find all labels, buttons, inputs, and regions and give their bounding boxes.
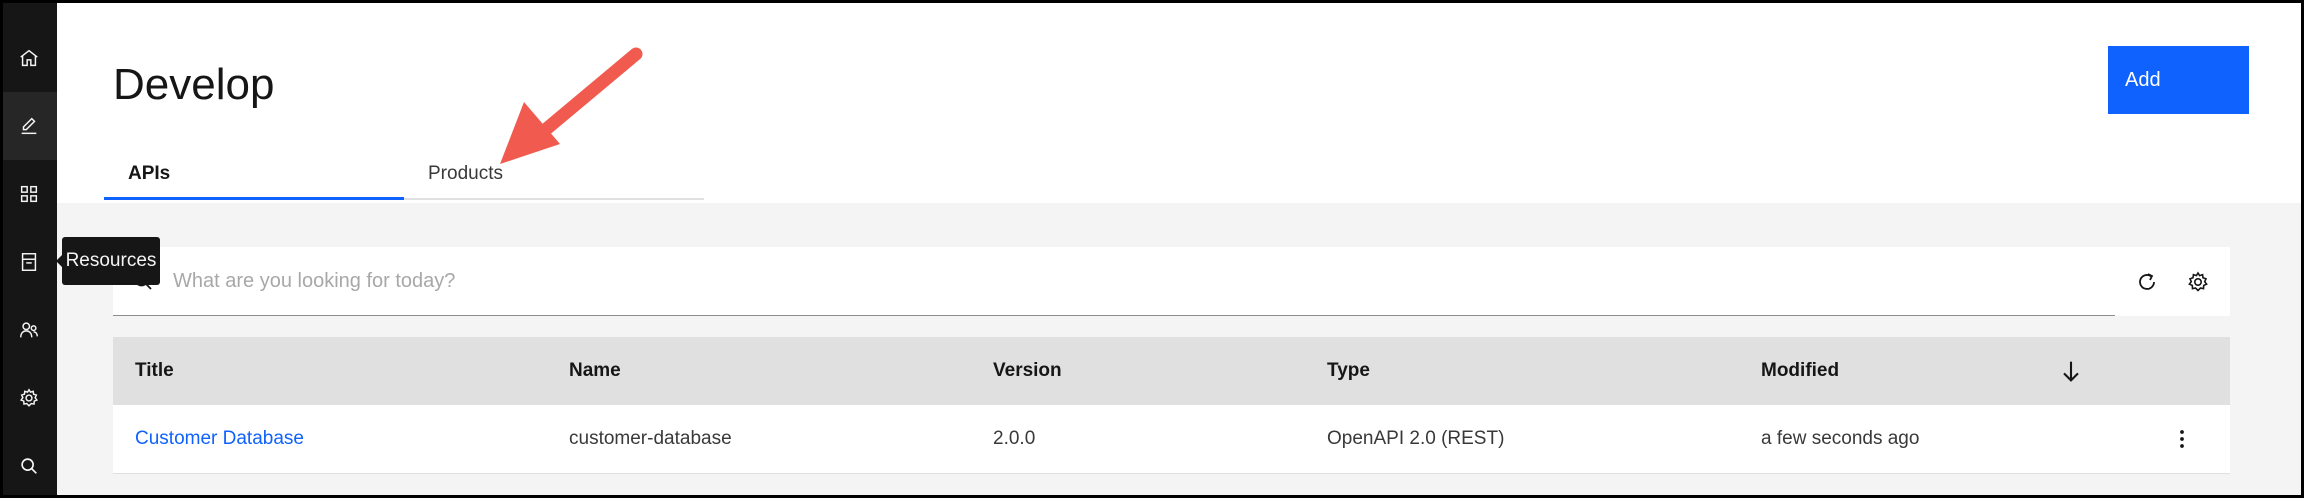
sort-arrow-down-icon[interactable]	[2057, 357, 2085, 385]
nav-apps[interactable]	[0, 160, 57, 228]
column-header-title[interactable]: Title	[135, 337, 174, 405]
table-header: Title Name Version Type Modified	[113, 337, 2230, 405]
api-table: Title Name Version Type Modified Custome…	[113, 337, 2230, 474]
nav-home[interactable]	[0, 24, 57, 92]
column-header-version[interactable]: Version	[993, 337, 1062, 405]
column-header-name[interactable]: Name	[569, 337, 621, 405]
main-content: Develop Add APIs Products Title Name Ver…	[57, 0, 2304, 498]
resources-icon	[21, 253, 36, 271]
tab-apis[interactable]: APIs	[104, 150, 404, 200]
overflow-menu-icon[interactable]	[2168, 425, 2196, 453]
search-input[interactable]	[173, 247, 2103, 315]
search-icon	[20, 458, 37, 474]
api-version: 2.0.0	[993, 428, 1036, 449]
nav-search[interactable]	[0, 432, 57, 500]
column-header-type[interactable]: Type	[1327, 337, 1370, 405]
refresh-icon	[2139, 272, 2155, 290]
search-field	[113, 247, 2115, 316]
table-row[interactable]: Customer Database customer-database 2.0.…	[113, 405, 2230, 474]
nav-resources[interactable]	[0, 228, 57, 296]
api-list-area: Title Name Version Type Modified Custome…	[57, 203, 2304, 498]
users-icon	[19, 322, 38, 338]
nav-settings[interactable]	[0, 364, 57, 432]
api-title-link[interactable]: Customer Database	[135, 405, 304, 473]
page-header: Develop Add APIs Products	[57, 0, 2304, 203]
nav-develop[interactable]	[0, 92, 57, 160]
edit-icon	[21, 117, 36, 135]
home-icon	[19, 49, 38, 67]
api-modified: a few seconds ago	[1761, 428, 1920, 449]
side-navigation	[0, 0, 57, 498]
api-type: OpenAPI 2.0 (REST)	[1327, 428, 1505, 449]
add-button[interactable]: Add	[2108, 46, 2249, 114]
table-settings-button[interactable]	[2166, 247, 2230, 316]
search-bar	[113, 247, 2230, 316]
api-name: customer-database	[569, 428, 732, 449]
settings-icon	[19, 388, 38, 407]
resources-tooltip: Resources	[62, 237, 160, 285]
column-header-modified[interactable]: Modified	[1761, 337, 1839, 405]
nav-users[interactable]	[0, 296, 57, 364]
settings-icon	[2188, 270, 2208, 292]
annotation-arrow-icon	[500, 47, 643, 164]
page-title: Develop	[113, 60, 275, 109]
apps-icon	[20, 185, 37, 203]
